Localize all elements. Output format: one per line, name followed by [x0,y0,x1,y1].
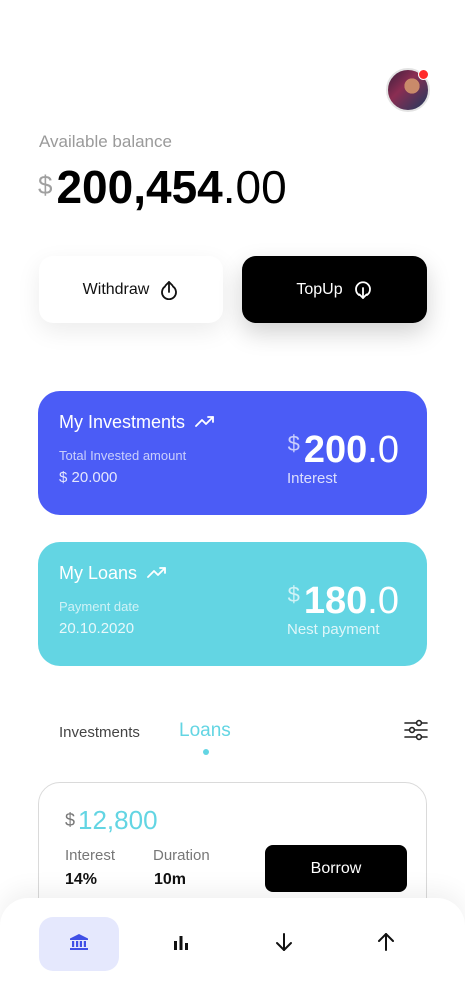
trending-up-icon [195,412,215,433]
nav-bank[interactable] [39,917,119,971]
bottom-navigation [0,898,465,1000]
investments-card[interactable]: My Investments Total Invested amount $ 2… [38,391,427,515]
investments-sub-value: $ 20.000 [59,469,118,486]
loans-title: My Loans [59,563,167,584]
arrow-up-icon [376,932,396,957]
active-tab-indicator [203,749,209,755]
loans-amount-decimal: .0 [367,580,399,622]
investments-title-text: My Investments [59,412,186,432]
investments-amount: $ 200 .0 [288,429,399,472]
loans-title-text: My Loans [59,563,138,583]
upload-icon [159,280,179,300]
interest-label: Interest [65,847,116,864]
nav-receive[interactable] [244,917,324,971]
notification-dot [418,69,429,80]
download-icon [353,280,373,300]
investments-currency: $ [287,431,300,456]
duration-value: 10m [154,871,187,888]
loan-offer-currency: $ [65,810,76,830]
balance-label: Available balance [39,132,172,151]
tab-loans[interactable]: Loans [179,720,231,742]
avatar[interactable] [386,68,430,112]
investments-title: My Investments [59,412,215,433]
nav-send[interactable] [346,917,426,971]
withdraw-label: Withdraw [82,280,150,298]
bank-icon [69,933,89,956]
balance-currency: $ [38,170,53,200]
loans-amount-label: Nest payment [287,621,380,638]
loans-amount-integer: 180 [303,580,368,622]
balance-integer: 200,454 [56,161,223,213]
topup-label: TopUp [296,280,343,298]
investments-amount-decimal: .0 [367,429,399,471]
loans-card[interactable]: My Loans Payment date 20.10.2020 $ 180 .… [38,542,427,666]
investments-sub-label: Total Invested amount [59,448,187,463]
tab-investments[interactable]: Investments [59,724,140,741]
loan-offer-value: 12,800 [78,805,158,835]
loan-offer-amount: $ 12,800 [65,805,158,836]
topup-button[interactable]: TopUp [242,256,427,323]
balance-amount: $ 200,454 .00 [38,160,287,214]
borrow-button[interactable]: Borrow [265,845,407,892]
loans-sub-label: Payment date [59,599,140,614]
nav-stats[interactable] [141,917,221,971]
loans-currency: $ [287,582,300,607]
duration-label: Duration [153,847,210,864]
bar-chart-icon [172,933,190,956]
investments-amount-label: Interest [287,470,338,487]
withdraw-button[interactable]: Withdraw [39,256,223,323]
loans-sub-value: 20.10.2020 [59,620,135,637]
interest-value: 14% [65,871,98,888]
investments-amount-integer: 200 [303,429,368,471]
balance-decimal: .00 [222,161,287,213]
arrow-down-icon [274,932,294,957]
filter-icon[interactable] [404,719,428,741]
trending-up-icon [147,563,167,584]
loans-amount: $ 180 .0 [288,580,399,623]
